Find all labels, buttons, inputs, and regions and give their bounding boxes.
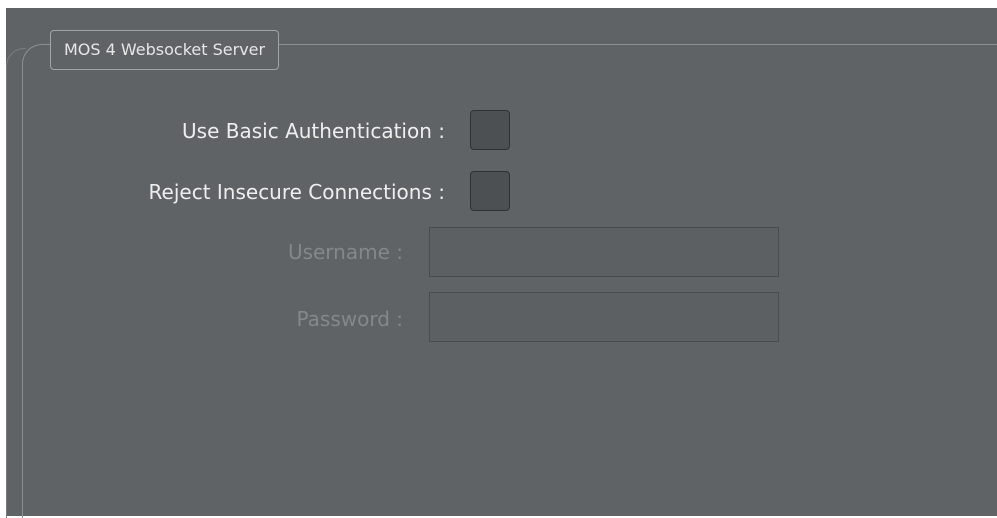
username-label: Username : <box>287 240 403 264</box>
username-input[interactable] <box>429 227 779 277</box>
password-input[interactable] <box>429 292 779 342</box>
basic-auth-label: Use Basic Authentication : <box>182 119 445 143</box>
reject-insecure-label: Reject Insecure Connections : <box>148 180 445 204</box>
basic-auth-checkbox[interactable] <box>470 110 510 150</box>
group-box-title: MOS 4 Websocket Server <box>50 30 280 70</box>
password-label: Password : <box>296 307 403 331</box>
reject-insecure-checkbox[interactable] <box>470 171 510 211</box>
